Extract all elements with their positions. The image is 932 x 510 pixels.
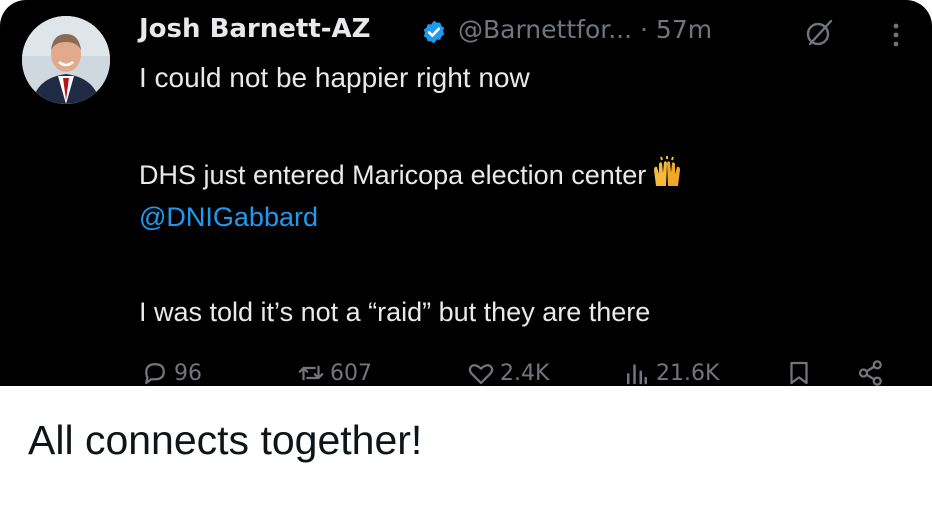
bookmark-button[interactable] bbox=[784, 358, 814, 386]
like-count: 2.4K bbox=[500, 360, 550, 386]
heart-icon bbox=[468, 364, 494, 385]
verified-badge-icon bbox=[423, 20, 445, 44]
tweet-text-line-4: I was told it’s not a “raid” but they ar… bbox=[139, 297, 651, 327]
display-name[interactable]: Josh Barnett-AZ bbox=[139, 14, 371, 44]
repost-count: 607 bbox=[330, 360, 372, 386]
views-icon bbox=[627, 364, 647, 385]
reply-count: 96 bbox=[174, 360, 202, 386]
views-button[interactable]: 21.6K bbox=[622, 358, 719, 386]
caption-text: All connects together! bbox=[28, 417, 423, 463]
raising-hands-icon bbox=[654, 156, 681, 186]
repost-button[interactable]: 607 bbox=[296, 358, 372, 386]
avatar-image bbox=[22, 16, 110, 104]
more-options-icon[interactable] bbox=[884, 22, 908, 48]
share-icon bbox=[858, 360, 882, 386]
timestamp[interactable]: · 57m bbox=[640, 15, 712, 44]
handle[interactable]: @Barnettfor... bbox=[458, 15, 632, 44]
share-button[interactable] bbox=[856, 358, 886, 386]
avatar[interactable] bbox=[22, 16, 110, 104]
tweet-text-line-1: I could not be happier right now bbox=[139, 62, 530, 93]
tweet-card[interactable]: Josh Barnett-AZ @Barnettfor... · 57m I c… bbox=[0, 0, 932, 386]
tweet-actions: 96 607 2.4K 21.6K bbox=[0, 358, 932, 386]
repost-icon bbox=[298, 365, 324, 381]
tweet-text-line-2: DHS just entered Maricopa election cente… bbox=[139, 156, 684, 191]
handle-and-time: @Barnettfor... · 57m bbox=[458, 15, 712, 44]
reply-button[interactable]: 96 bbox=[140, 358, 202, 386]
like-button[interactable]: 2.4K bbox=[466, 358, 549, 386]
tweet-text-line-2-text: DHS just entered Maricopa election cente… bbox=[139, 160, 647, 190]
grok-icon[interactable] bbox=[804, 18, 834, 48]
mention-link[interactable]: @DNIGabbard bbox=[139, 202, 318, 233]
reply-icon bbox=[145, 363, 165, 385]
views-count: 21.6K bbox=[656, 360, 720, 386]
bookmark-icon bbox=[790, 361, 808, 385]
